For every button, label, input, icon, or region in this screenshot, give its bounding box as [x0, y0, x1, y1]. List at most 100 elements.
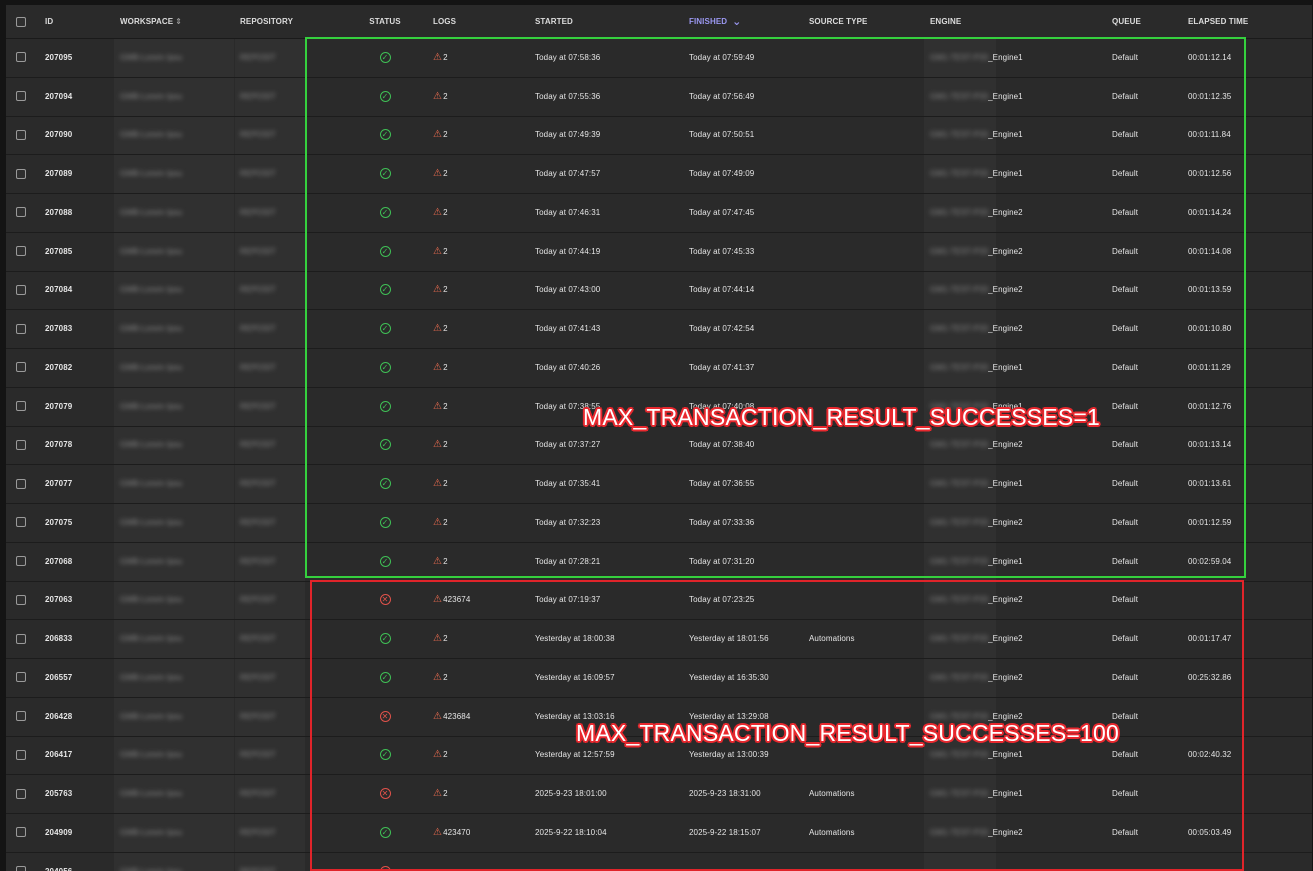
annotation-green: MAX_TRANSACTION_RESULT_SUCCESSES=1: [583, 404, 1100, 430]
workspace-value: GMB-Lorem Ipsu: [120, 440, 183, 450]
row-select-cell[interactable]: [16, 116, 26, 155]
run-id[interactable]: 206833: [45, 619, 72, 658]
row-checkbox[interactable]: [16, 749, 26, 760]
row-checkbox[interactable]: [16, 52, 26, 63]
row-checkbox[interactable]: [16, 556, 26, 567]
header-workspace[interactable]: WORKSPACE ⇕: [120, 5, 182, 38]
row-checkbox[interactable]: [16, 401, 26, 412]
repository-value: REPOSIT: [240, 479, 276, 489]
annotation-red: MAX_TRANSACTION_RESULT_SUCCESSES=100: [576, 720, 1119, 746]
row-select-cell[interactable]: [16, 852, 26, 871]
header-finished[interactable]: FINISHED ⌄: [689, 5, 741, 38]
sort-icon[interactable]: ⇕: [175, 17, 182, 26]
row-select-cell[interactable]: [16, 193, 26, 232]
row-checkbox[interactable]: [16, 439, 26, 450]
workspace-value: GMB-Lorem Ipsu: [120, 556, 183, 566]
row-checkbox[interactable]: [16, 788, 26, 799]
row-select-cell[interactable]: [16, 697, 26, 736]
run-id[interactable]: 207084: [45, 271, 72, 310]
row-select-cell[interactable]: [16, 309, 26, 348]
row-checkbox[interactable]: [16, 323, 26, 334]
run-id[interactable]: 205763: [45, 774, 72, 813]
run-id[interactable]: 206417: [45, 736, 72, 775]
header-elapsed-time[interactable]: ELAPSED TIME: [1188, 5, 1248, 38]
run-id[interactable]: 204056: [45, 852, 72, 871]
repository-value: REPOSIT: [240, 362, 276, 372]
header-started[interactable]: STARTED: [535, 5, 573, 38]
row-select-cell[interactable]: [16, 581, 26, 620]
repository-value: REPOSIT: [240, 789, 276, 799]
run-id[interactable]: 207063: [45, 581, 72, 620]
run-id[interactable]: 207083: [45, 309, 72, 348]
row-checkbox[interactable]: [16, 129, 26, 140]
repository-value: REPOSIT: [240, 827, 276, 837]
row-select-cell[interactable]: [16, 542, 26, 581]
header-status[interactable]: STATUS: [368, 5, 402, 38]
repository-value: REPOSIT: [240, 130, 276, 140]
row-checkbox[interactable]: [16, 517, 26, 528]
green-highlight-box: [305, 37, 1246, 578]
row-select-cell[interactable]: [16, 387, 26, 426]
row-select-cell[interactable]: [16, 154, 26, 193]
repository-value: REPOSIT: [240, 246, 276, 256]
run-id[interactable]: 207094: [45, 77, 72, 116]
row-checkbox[interactable]: [16, 91, 26, 102]
row-checkbox[interactable]: [16, 711, 26, 722]
run-id[interactable]: 207075: [45, 503, 72, 542]
row-checkbox[interactable]: [16, 246, 26, 257]
row-select-cell[interactable]: [16, 77, 26, 116]
header-logs[interactable]: LOGS: [433, 5, 456, 38]
run-id[interactable]: 204909: [45, 813, 72, 852]
row-select-cell[interactable]: [16, 774, 26, 813]
run-id[interactable]: 207082: [45, 348, 72, 387]
run-id[interactable]: 206557: [45, 658, 72, 697]
run-id[interactable]: 207068: [45, 542, 72, 581]
row-checkbox[interactable]: [16, 207, 26, 218]
workspace-value: GMB-Lorem Ipsu: [120, 852, 182, 871]
workspace-value: GMB-Lorem Ipsu: [120, 207, 183, 217]
run-id[interactable]: 207078: [45, 426, 72, 465]
row-select-cell[interactable]: [16, 426, 26, 465]
repository-value: REPOSIT: [240, 672, 276, 682]
row-select-cell[interactable]: [16, 736, 26, 775]
row-select-cell[interactable]: [16, 232, 26, 271]
workspace-value: GMB-Lorem Ipsu: [120, 91, 183, 101]
run-id[interactable]: 207090: [45, 116, 72, 155]
row-checkbox[interactable]: [16, 168, 26, 179]
select-all-cell[interactable]: [16, 5, 26, 38]
header-id[interactable]: ID: [45, 5, 53, 38]
row-select-cell[interactable]: [16, 813, 26, 852]
workspace-value: GMB-Lorem Ipsu: [120, 324, 183, 334]
row-select-cell[interactable]: [16, 38, 26, 77]
header-engine[interactable]: ENGINE: [930, 5, 961, 38]
repository-value: REPOSIT: [240, 207, 276, 217]
row-checkbox[interactable]: [16, 633, 26, 644]
row-checkbox[interactable]: [16, 827, 26, 838]
run-id[interactable]: 206428: [45, 697, 72, 736]
row-checkbox[interactable]: [16, 594, 26, 605]
row-select-cell[interactable]: [16, 271, 26, 310]
row-checkbox[interactable]: [16, 362, 26, 373]
row-checkbox[interactable]: [16, 866, 26, 871]
header-source-type[interactable]: SOURCE TYPE: [809, 5, 867, 38]
row-select-cell[interactable]: [16, 503, 26, 542]
row-select-cell[interactable]: [16, 464, 26, 503]
run-id[interactable]: 207085: [45, 232, 72, 271]
run-id[interactable]: 207079: [45, 387, 72, 426]
run-id[interactable]: 207088: [45, 193, 72, 232]
row-select-cell[interactable]: [16, 348, 26, 387]
row-select-cell[interactable]: [16, 619, 26, 658]
header-queue[interactable]: QUEUE: [1112, 5, 1141, 38]
workspace-value: GMB-Lorem Ipsu: [120, 750, 183, 760]
run-id[interactable]: 207095: [45, 38, 72, 77]
run-id[interactable]: 207089: [45, 154, 72, 193]
row-select-cell[interactable]: [16, 658, 26, 697]
run-id[interactable]: 207077: [45, 464, 72, 503]
row-checkbox[interactable]: [16, 478, 26, 489]
row-checkbox[interactable]: [16, 672, 26, 683]
select-all-checkbox[interactable]: [16, 16, 26, 27]
row-checkbox[interactable]: [16, 284, 26, 295]
header-repository[interactable]: REPOSITORY: [240, 5, 293, 38]
repository-value: REPOSIT: [240, 440, 276, 450]
chevron-down-icon[interactable]: ⌄: [732, 15, 741, 28]
